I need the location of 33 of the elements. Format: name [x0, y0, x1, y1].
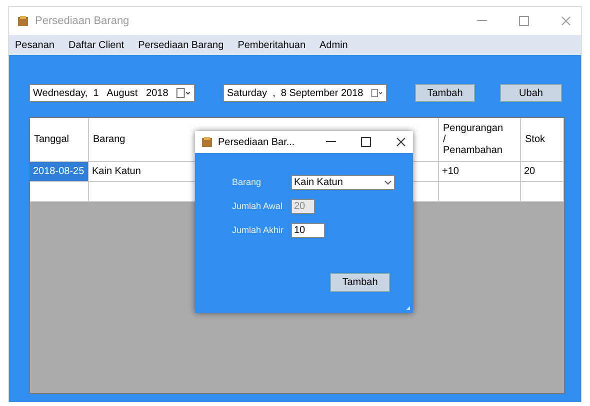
date-picker[interactable]: Saturday , 8 September 2018 — [223, 84, 387, 102]
minimize-icon[interactable] — [326, 141, 336, 143]
field-label: Barang — [232, 177, 262, 187]
app-icon — [201, 136, 213, 148]
add-button[interactable]: Tambah — [330, 273, 390, 292]
menu-item[interactable]: Pesanan — [15, 38, 54, 52]
column-header[interactable]: Pengurangan / Penambahan — [443, 123, 504, 156]
input-field[interactable]: 10 — [291, 222, 325, 238]
menu-item[interactable]: Admin — [320, 38, 348, 52]
resize-grip-icon[interactable] — [405, 305, 411, 311]
column-header[interactable]: Tanggal — [34, 134, 70, 145]
table-cell[interactable] — [439, 182, 521, 202]
table-cell[interactable] — [521, 182, 564, 202]
dialog-title: Persediaan Bar... — [218, 136, 295, 148]
table-cell[interactable] — [30, 182, 89, 202]
menu-item[interactable]: Pemberitahuan — [238, 38, 306, 52]
add-button[interactable]: Tambah — [415, 84, 475, 102]
table-cell[interactable]: 2018-08-25 — [30, 162, 89, 182]
menu-item[interactable]: Daftar Client — [68, 38, 124, 52]
field-label: Jumlah Akhir — [232, 225, 285, 235]
edit-button[interactable]: Ubah — [500, 84, 562, 102]
field-label: Jumlah Awal — [232, 201, 284, 211]
close-icon[interactable] — [396, 137, 406, 147]
calendar-icon[interactable] — [371, 87, 383, 99]
menu-item[interactable]: Persediaan Barang — [138, 38, 224, 52]
date-picker[interactable]: Wednesday, 1 August 2018 — [29, 84, 195, 102]
combo-box[interactable]: Kain Katun — [291, 174, 395, 190]
calendar-icon[interactable] — [176, 87, 191, 99]
column-header[interactable]: Barang — [93, 134, 126, 145]
window-title: Persediaan Barang — [35, 15, 130, 27]
app-icon — [17, 15, 29, 27]
maximize-icon[interactable] — [361, 137, 371, 147]
column-header[interactable]: Stok — [525, 134, 546, 145]
